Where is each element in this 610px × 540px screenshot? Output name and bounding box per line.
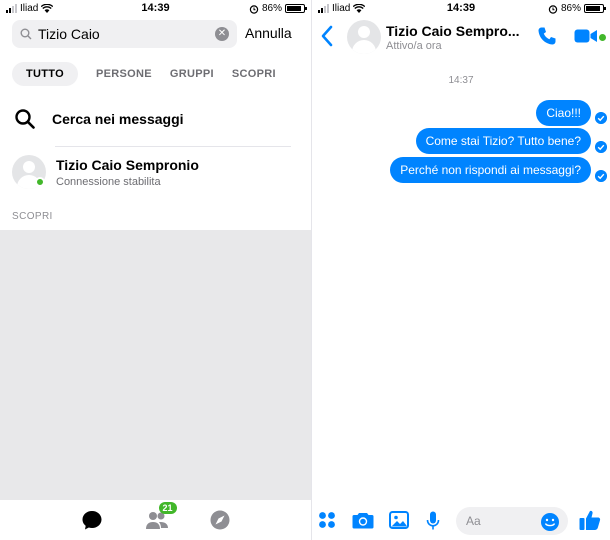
tab-tutto[interactable]: TUTTO [12, 62, 78, 86]
avatar[interactable] [347, 20, 381, 54]
phone-icon[interactable] [537, 26, 557, 46]
thumbs-up-icon[interactable] [578, 508, 602, 532]
tab-bar: 21 [0, 500, 311, 540]
tab-chats[interactable] [81, 509, 103, 531]
search-screen: Iliad 14:39 86% Tizio Caio ✕ Annulla TUT… [0, 0, 311, 540]
tab-scopri[interactable]: SCOPRI [232, 68, 276, 80]
chat-header: Tizio Caio Sempro... Attivo/a ora [312, 17, 610, 57]
online-indicator [599, 34, 606, 41]
battery-percent: 86% [560, 3, 581, 14]
emoji-icon[interactable] [540, 512, 560, 532]
people-badge: 21 [158, 502, 177, 514]
message-bubble[interactable]: Come stai Tizio? Tutto bene? [415, 128, 591, 154]
contact-status: Connessione stabilita [56, 175, 161, 188]
microphone-icon[interactable] [426, 511, 440, 531]
section-label: SCOPRI [12, 211, 53, 222]
cancel-button[interactable]: Annulla [245, 25, 292, 41]
photo-gallery-icon[interactable] [389, 511, 409, 529]
search-icon [15, 109, 35, 129]
online-indicator [35, 177, 45, 187]
camera-icon[interactable] [352, 511, 374, 529]
seen-check-icon [595, 112, 607, 124]
tab-people[interactable]: 21 [145, 502, 177, 531]
status-bar: Iliad 14:39 86% [312, 0, 610, 17]
search-input[interactable]: Tizio Caio ✕ [12, 20, 237, 48]
battery-percent: 86% [261, 3, 282, 14]
divider [55, 146, 291, 147]
message-composer: Aa [312, 500, 610, 540]
video-camera-icon[interactable] [574, 28, 598, 44]
message-bubble[interactable]: Ciao!!! [536, 100, 591, 126]
seen-check-icon [595, 170, 607, 182]
message-timestamp: 14:37 [448, 75, 474, 86]
compass-icon [210, 510, 229, 530]
clear-search-button[interactable]: ✕ [215, 27, 229, 41]
alarm-icon [548, 4, 558, 14]
battery-icon [285, 4, 307, 13]
tab-gruppi[interactable]: GRUPPI [170, 68, 214, 80]
chat-screen: Iliad 14:39 86% Tizio Caio Sempro... Att… [311, 0, 610, 540]
search-query[interactable]: Tizio Caio [38, 26, 215, 42]
seen-check-icon [595, 141, 607, 153]
apps-grid-icon[interactable] [318, 511, 336, 529]
tab-persone[interactable]: PERSONE [96, 68, 152, 80]
chat-bubble-icon [82, 511, 101, 530]
back-chevron-icon[interactable] [320, 25, 334, 47]
search-in-messages-item[interactable]: Cerca nei messaggi [14, 108, 184, 130]
search-in-messages-label: Cerca nei messaggi [52, 111, 184, 127]
contact-result[interactable]: Tizio Caio Sempronio Connessione stabili… [12, 152, 311, 192]
contact-name: Tizio Caio Sempronio [56, 156, 199, 173]
message-bubble[interactable]: Perché non rispondi ai messaggi? [390, 157, 591, 183]
status-bar: Iliad 14:39 86% [0, 0, 311, 17]
filter-tabs: TUTTO PERSONE GRUPPI SCOPRI [12, 62, 311, 86]
tab-discover[interactable] [209, 509, 231, 531]
alarm-icon [249, 4, 259, 14]
battery-icon [584, 4, 606, 13]
chat-contact-status: Attivo/a ora [386, 40, 442, 52]
search-icon [20, 28, 32, 40]
chat-contact-name[interactable]: Tizio Caio Sempro... [386, 23, 526, 39]
discover-area [0, 230, 311, 500]
